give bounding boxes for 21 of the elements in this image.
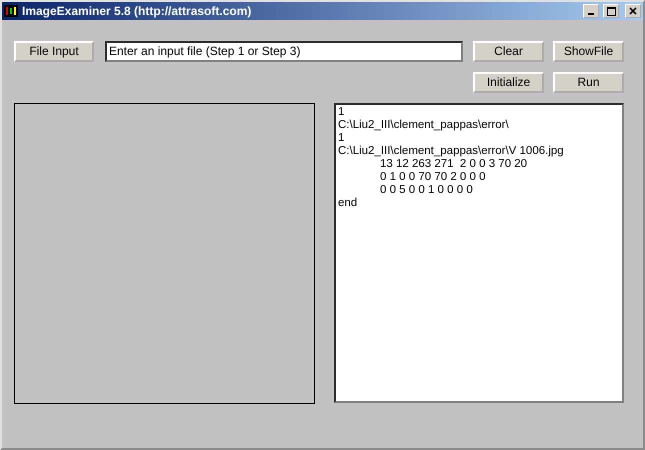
output-line: C:\Liu2_III\clement_pappas\error\	[338, 119, 510, 132]
action-button[interactable]: Clear	[473, 40, 544, 62]
output-line: 1	[338, 106, 346, 119]
output-line: end	[338, 197, 358, 210]
close-icon	[629, 7, 637, 15]
maximize-icon	[606, 6, 616, 16]
output-line: 0 0 5 0 0 1 0 0 0 0	[379, 184, 474, 197]
file-input-button[interactable]: File Input	[14, 40, 94, 62]
maximize-button[interactable]	[603, 4, 619, 18]
action-button[interactable]: Run	[553, 72, 624, 92]
input-field[interactable]: Enter an input file (Step 1 or Step 3)	[105, 40, 463, 62]
window-title: ImageExaminer 5.8 (http://attrasoft.com)	[22, 4, 252, 18]
output-line: C:\Liu2_III\clement_pappas\error\V 1006.jpg	[338, 145, 565, 158]
action-button[interactable]: Initialize	[473, 72, 544, 92]
output-line: 13 12 263 271 2 0 0 3 70 20	[379, 158, 528, 171]
output-line: 1	[338, 132, 346, 145]
action-button[interactable]: ShowFile	[553, 40, 624, 62]
minimize-button[interactable]	[583, 4, 599, 18]
output-line: 0 1 0 0 70 70 2 0 0 0	[379, 171, 487, 184]
app-icon	[4, 5, 18, 17]
close-button[interactable]	[625, 4, 641, 18]
